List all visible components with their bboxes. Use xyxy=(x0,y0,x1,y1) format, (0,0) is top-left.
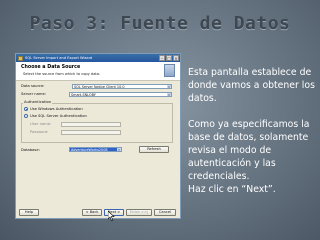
sql-auth-label: Use SQL Server Authentication xyxy=(30,114,87,118)
window-title: SQL Server Import and Export Wizard xyxy=(25,56,93,60)
windows-auth-label: Use Windows Authentication xyxy=(30,107,83,111)
sql-auth-radio[interactable] xyxy=(24,114,28,118)
close-icon[interactable]: × xyxy=(173,55,179,61)
data-source-dropdown[interactable]: SQL Server Native Client 10.0 ▾ xyxy=(72,84,172,89)
wizard-page-subtitle: Select the source from which to copy dat… xyxy=(23,72,101,76)
slide-body: Esta pantalla establece de donde vamos a… xyxy=(188,66,316,196)
password-input[interactable] xyxy=(61,130,121,135)
user-name-label: User name: xyxy=(30,122,52,126)
slide-title: Paso 3: Fuente de Datos xyxy=(29,13,291,34)
app-icon xyxy=(18,55,23,61)
wizard-graphic-icon xyxy=(164,64,175,77)
help-button[interactable]: Help xyxy=(19,209,39,216)
chevron-down-icon: ▾ xyxy=(167,85,171,89)
windows-auth-radio[interactable] xyxy=(24,107,28,111)
wizard-page-title: Choose a Data Source xyxy=(21,65,81,70)
chevron-down-icon: ▾ xyxy=(167,93,171,97)
finish-button[interactable]: Finish >>| xyxy=(126,209,152,216)
server-name-label: Server name: xyxy=(21,92,46,96)
data-source-label: Data source: xyxy=(21,84,45,88)
mouse-pointer-icon xyxy=(108,211,115,221)
body-paragraph-2: Como ya especificamos la base de datos, … xyxy=(188,119,310,182)
back-button[interactable]: < Back xyxy=(82,209,102,216)
minimize-icon[interactable]: – xyxy=(159,55,165,61)
data-source-value: SQL Server Native Client 10.0 xyxy=(74,85,125,89)
body-paragraph-3: Haz clic en “Next”. xyxy=(188,184,276,195)
database-label: Database: xyxy=(21,148,40,152)
window-titlebar: SQL Server Import and Export Wizard – □ … xyxy=(16,54,180,62)
database-value: AdventureWorks2008 xyxy=(71,148,108,152)
body-paragraph-1: Esta pantalla establece de donde vamos a… xyxy=(188,67,315,104)
database-dropdown[interactable]: AdventureWorks2008 ▾ xyxy=(69,147,122,152)
cancel-button[interactable]: Cancel xyxy=(154,209,176,216)
authentication-group-label: Authentication xyxy=(23,100,53,104)
refresh-button[interactable]: Refresh xyxy=(139,146,169,153)
chevron-down-icon: ▾ xyxy=(117,148,121,152)
maximize-icon[interactable]: □ xyxy=(166,55,172,61)
user-name-input[interactable] xyxy=(61,122,121,127)
import-export-wizard-window: SQL Server Import and Export Wizard – □ … xyxy=(15,53,181,219)
wizard-header: Choose a Data Source Select the source f… xyxy=(16,62,180,81)
server-name-dropdown[interactable]: Smart-SNLOBY ▾ xyxy=(69,92,172,97)
password-label: Password: xyxy=(30,130,49,134)
server-name-value: Smart-SNLOBY xyxy=(71,93,96,97)
